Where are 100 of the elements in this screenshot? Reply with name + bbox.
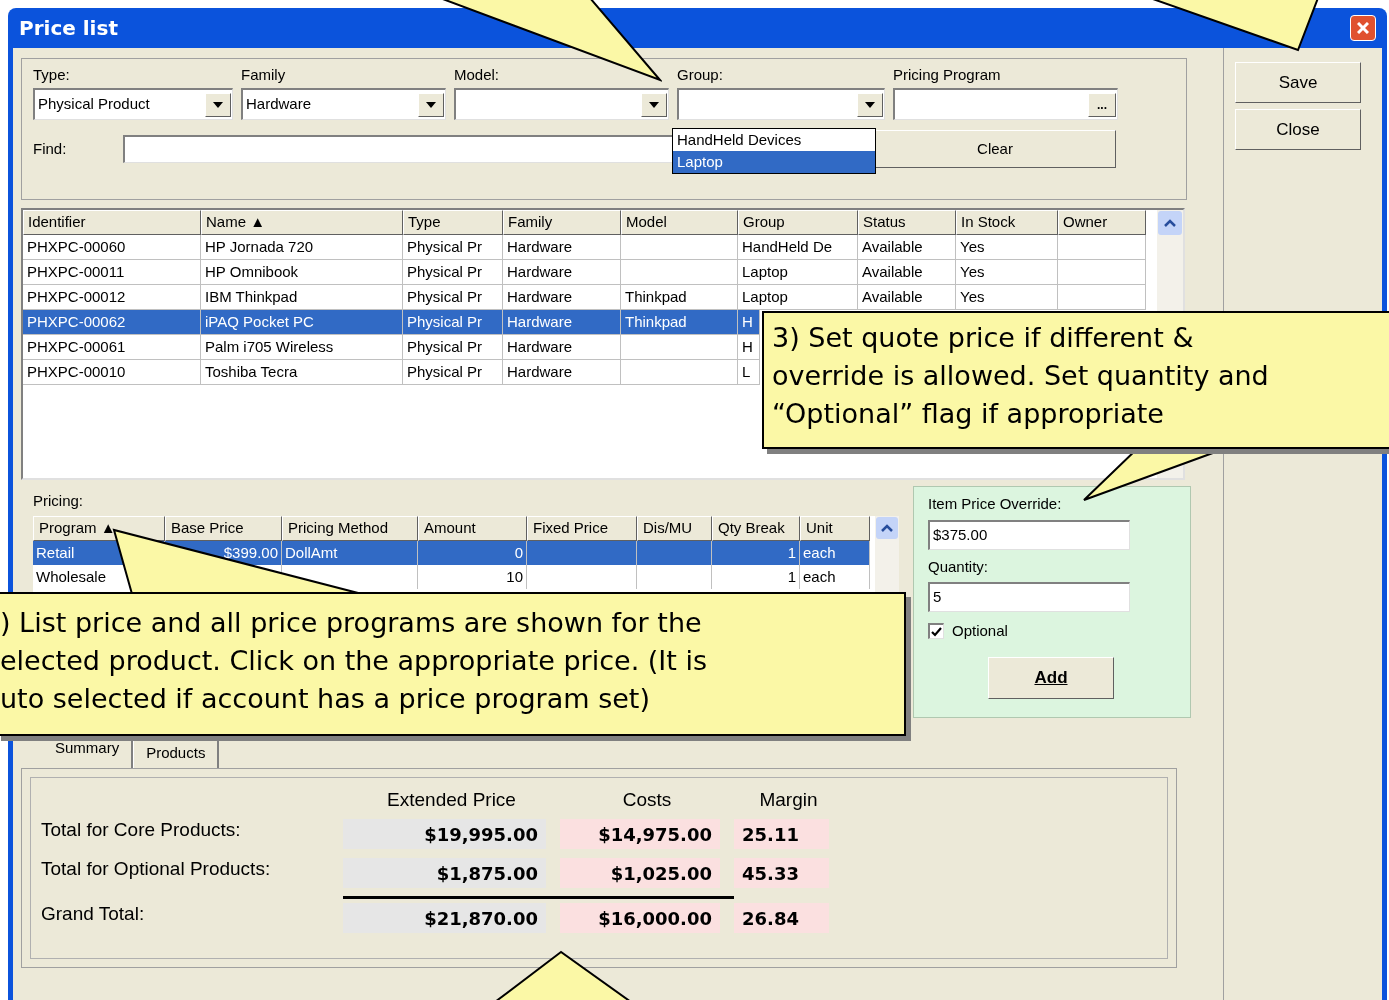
column-header[interactable]: Group: [738, 210, 858, 235]
dropdown-option[interactable]: Laptop: [673, 151, 875, 173]
scroll-up-button[interactable]: [876, 517, 898, 539]
caret-icon: [426, 101, 436, 108]
summary-value: $1,875.00: [343, 858, 546, 888]
table-row[interactable]: Retail $399.00 DollAmt 0 1 each: [33, 541, 870, 565]
field-label: Type:: [33, 65, 71, 84]
field-label: Item Price Override:: [928, 494, 1063, 514]
row-label: Total for Core Products:: [41, 818, 242, 843]
callout-text: override is allowed. Set quantity and: [772, 359, 1269, 393]
column-header[interactable]: Base Price: [165, 516, 282, 541]
table-cell: PHXPC-00010: [23, 360, 201, 385]
pricing-label: Pricing:: [33, 491, 85, 511]
table-cell: Yes: [956, 285, 1058, 310]
summary-value: $1,025.00: [560, 858, 720, 888]
dropdown-button[interactable]: [205, 92, 231, 117]
table-cell: PHXPC-00061: [23, 335, 201, 360]
combo-box[interactable]: Hardware: [241, 88, 446, 120]
column-header[interactable]: Status: [858, 210, 956, 235]
table-cell: DollAmt: [282, 541, 418, 565]
quantity-field[interactable]: 5: [928, 582, 1130, 612]
table-cell: Yes: [956, 235, 1058, 260]
summary-value: $16,000.00: [560, 903, 720, 933]
combo-box[interactable]: Physical Product: [33, 88, 233, 120]
close-button[interactable]: [1350, 15, 1376, 41]
clear-button[interactable]: Clear: [874, 130, 1116, 168]
callout-text: “Optional” flag if appropriate: [772, 397, 1164, 431]
column-header[interactable]: Pricing Method: [282, 516, 418, 541]
dropdown-button[interactable]: [418, 92, 444, 117]
column-header[interactable]: Family: [503, 210, 621, 235]
column-header[interactable]: Qty Break: [712, 516, 800, 541]
table-cell: Hardware: [503, 335, 621, 360]
price-field[interactable]: $375.00: [928, 519, 1130, 550]
picker-field[interactable]: ...: [893, 88, 1118, 120]
table-cell: 1: [712, 541, 800, 565]
scroll-up-button[interactable]: [1158, 211, 1182, 235]
column-header[interactable]: Fixed Price: [527, 516, 637, 541]
table-cell: HP Jornada 720: [201, 235, 403, 260]
column-header[interactable]: In Stock: [956, 210, 1058, 235]
column-header: Extended Price: [386, 788, 517, 810]
table-cell: L: [738, 360, 760, 385]
summary-value: $19,995.00: [343, 819, 546, 849]
dropdown-button[interactable]: [857, 92, 883, 117]
table-row[interactable]: PHXPC-00060 HP Jornada 720 Physical Pr Hardware HandHeld De Available Yes: [23, 235, 1146, 260]
column-header[interactable]: Name ▲: [201, 210, 403, 235]
summary-value: 25.11: [734, 819, 829, 849]
browse-button[interactable]: ...: [1088, 92, 1116, 117]
checkbox[interactable]: [928, 623, 944, 640]
summary-value: 45.33: [734, 858, 829, 888]
table-row[interactable]: PHXPC-00062 iPAQ Pocket PC Physical Pr Hardware Thinkpad H: [23, 310, 760, 335]
chevron-up-icon: [1164, 219, 1176, 227]
column-header[interactable]: Dis/MU: [637, 516, 712, 541]
dropdown-option[interactable]: HandHeld Devices: [673, 129, 875, 151]
optional-checkbox[interactable]: Optional: [928, 620, 1008, 643]
table-cell: HandHeld De: [738, 235, 858, 260]
table-cell: Thinkpad: [621, 310, 738, 335]
row-label: Grand Total:: [41, 902, 146, 927]
field-label: Group:: [677, 65, 724, 84]
field-label: Pricing Program: [893, 65, 1002, 84]
caret-icon: [865, 101, 875, 108]
table-cell: Physical Pr: [403, 235, 503, 260]
table-cell: Physical Pr: [403, 335, 503, 360]
field-label: Family: [241, 65, 287, 84]
add-button[interactable]: Add: [988, 656, 1114, 699]
table-cell: PHXPC-00062: [23, 310, 201, 335]
table-cell: Physical Pr: [403, 360, 503, 385]
table-cell: Yes: [956, 260, 1058, 285]
combo-box[interactable]: [454, 88, 669, 120]
table-cell: Available: [858, 235, 956, 260]
column-header[interactable]: Program ▲: [33, 516, 165, 541]
summary-value: $21,870.00: [343, 903, 546, 933]
table-cell: Laptop: [738, 260, 858, 285]
table-row[interactable]: PHXPC-00061 Palm i705 Wireless Physical Pr Hardware H: [23, 335, 760, 360]
callout-text: uto selected if account has a price program set): [0, 682, 650, 716]
table-cell: HP Omnibook: [201, 260, 403, 285]
side-button[interactable]: Save: [1235, 62, 1361, 103]
dropdown-button[interactable]: [641, 92, 667, 117]
column-header[interactable]: Owner: [1058, 210, 1146, 235]
table-row[interactable]: PHXPC-00011 HP Omnibook Physical Pr Hardware Laptop Available Yes: [23, 260, 1146, 285]
combo-box[interactable]: [677, 88, 885, 120]
table-row[interactable]: PHXPC-00010 Toshiba Tecra Physical Pr Hardware L: [23, 360, 760, 385]
find-label: Find:: [33, 138, 68, 159]
column-header[interactable]: Identifier: [23, 210, 201, 235]
callout-text: elected product. Click on the appropriate price. (It is: [0, 644, 708, 678]
table-cell: Hardware: [503, 310, 621, 335]
side-button[interactable]: Close: [1235, 109, 1361, 150]
table-cell: Physical Pr: [403, 310, 503, 335]
table-cell: Hardware: [503, 235, 621, 260]
table-cell: PHXPC-00011: [23, 260, 201, 285]
column-header: Costs: [621, 788, 673, 810]
chevron-up-icon: [881, 524, 893, 532]
check-icon: [931, 626, 942, 637]
column-header[interactable]: Unit: [800, 516, 870, 541]
field-label: Model:: [454, 65, 501, 84]
caret-icon: [213, 101, 223, 108]
table-cell: iPAQ Pocket PC: [201, 310, 403, 335]
column-header[interactable]: Model: [621, 210, 738, 235]
caret-icon: [649, 101, 659, 108]
column-header[interactable]: Amount: [418, 516, 527, 541]
column-header[interactable]: Type: [403, 210, 503, 235]
